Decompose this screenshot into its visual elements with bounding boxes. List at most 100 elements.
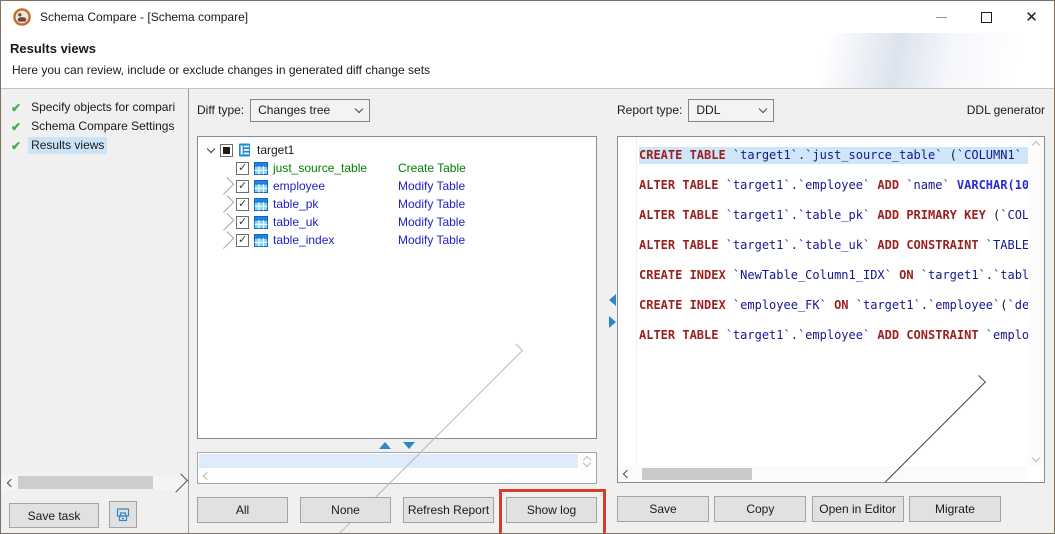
page-subtitle: Here you can review, include or exclude …: [10, 63, 1054, 77]
report-type-select[interactable]: DDL: [688, 99, 774, 122]
root-checkbox[interactable]: [220, 144, 233, 157]
table-icon: [254, 180, 268, 193]
code-line[interactable]: CREATE INDEX `NewTable_Column1_IDX` ON `…: [639, 260, 1028, 290]
code-horizontal-scrollbar[interactable]: [618, 466, 1028, 482]
none-button[interactable]: None: [300, 497, 391, 523]
table-name: employee: [273, 179, 325, 193]
code-line[interactable]: ALTER TABLE `target1`.`table_uk` ADD CON…: [639, 230, 1028, 260]
schema-icon: [238, 143, 252, 157]
row-action-label: Create Table: [398, 161, 466, 175]
step-label: Results views: [28, 137, 107, 154]
scroll-down-arrow-icon[interactable]: [1032, 454, 1040, 462]
code-vertical-scrollbar[interactable]: [1028, 137, 1044, 466]
diff-type-select[interactable]: Changes tree: [250, 99, 370, 122]
code-line[interactable]: ALTER TABLE `target1`.`employee` ADD `na…: [639, 170, 1028, 200]
title-bar[interactable]: Schema Compare - [Schema compare] ✕: [1, 1, 1054, 33]
scroll-right-arrow-icon[interactable]: [172, 475, 187, 490]
table-name: table_index: [273, 233, 334, 247]
scroll-left-arrow-icon[interactable]: [203, 471, 211, 479]
row-checkbox[interactable]: [236, 198, 249, 211]
show-log-button[interactable]: Show log: [506, 497, 597, 523]
scroll-left-arrow-icon[interactable]: [623, 470, 631, 478]
sidebar-step-schema-compare-settings[interactable]: ✔ Schema Compare Settings: [1, 117, 188, 136]
sidebar-step-results-views[interactable]: ✔ Results views: [1, 136, 188, 155]
maximize-button[interactable]: [964, 1, 1009, 33]
save-button[interactable]: Save: [617, 496, 709, 522]
splitter-expand-up-icon[interactable]: [379, 442, 391, 449]
expand-chevron-icon[interactable]: [220, 235, 233, 245]
sidebar-step-specify-objects-for-compari[interactable]: ✔ Specify objects for compari: [1, 98, 188, 117]
save-task-button[interactable]: Save task: [9, 503, 99, 528]
row-checkbox[interactable]: [236, 180, 249, 193]
table-icon: [254, 198, 268, 211]
tree-row-table-uk[interactable]: table_uk Modify Table: [198, 213, 596, 231]
scrollbar-thumb[interactable]: [642, 468, 752, 480]
table-name: table_pk: [273, 197, 318, 211]
ddl-panel: Report type: DDL DDL generator CREATE TA…: [617, 89, 1054, 533]
diff-panel: Diff type: Changes tree: [189, 89, 607, 533]
row-action-label: Modify Table: [398, 215, 465, 229]
expand-chevron-icon[interactable]: [220, 163, 233, 173]
copy-button[interactable]: Copy: [714, 496, 806, 522]
window-title: Schema Compare - [Schema compare]: [40, 10, 248, 24]
schema-compare-window: Schema Compare - [Schema compare] ✕ Resu…: [0, 0, 1055, 534]
app-icon: [13, 8, 31, 26]
all-button[interactable]: All: [197, 497, 288, 523]
table-icon: [254, 216, 268, 229]
row-checkbox[interactable]: [236, 162, 249, 175]
annotation-highlight: Show log: [506, 497, 597, 523]
scroll-left-arrow-icon[interactable]: [2, 475, 17, 490]
row-action-label: Modify Table: [398, 233, 465, 247]
diff-type-label: Diff type:: [197, 103, 244, 117]
splitter-collapse-left-icon[interactable]: [609, 294, 616, 306]
table-icon: [254, 234, 268, 247]
tree-row-employee[interactable]: employee Modify Table: [198, 177, 596, 195]
scrollbar-thumb[interactable]: [18, 476, 153, 489]
tree-row-root[interactable]: target1: [198, 141, 596, 159]
refresh-report-button[interactable]: Refresh Report: [403, 497, 494, 523]
scroll-up-arrow-icon[interactable]: [1032, 141, 1040, 149]
open-in-editor-button[interactable]: Open in Editor: [812, 496, 904, 522]
code-gutter: [618, 137, 637, 466]
code-line[interactable]: ALTER TABLE `target1`.`table_pk` ADD PRI…: [639, 200, 1028, 230]
expand-chevron-icon[interactable]: [220, 199, 233, 209]
row-checkbox[interactable]: [236, 216, 249, 229]
ddl-script-view[interactable]: CREATE TABLE `target1`.`just_source_tabl…: [617, 136, 1045, 483]
expand-chevron-icon[interactable]: [220, 181, 233, 191]
splitter-expand-right-icon[interactable]: [609, 316, 616, 328]
minimize-button[interactable]: [919, 1, 964, 33]
horizontal-splitter[interactable]: [197, 439, 597, 452]
code-line[interactable]: ALTER TABLE `target1`.`employee` ADD CON…: [639, 320, 1028, 350]
sidebar-horizontal-scrollbar[interactable]: [2, 475, 187, 490]
check-icon: ✔: [11, 120, 21, 134]
detail-selected-row[interactable]: [199, 454, 578, 468]
code-line[interactable]: CREATE INDEX `employee_FK` ON `target1`.…: [639, 290, 1028, 320]
migrate-button[interactable]: Migrate: [909, 496, 1001, 522]
chevron-down-icon: [355, 104, 363, 112]
tree-row-just-source-table[interactable]: just_source_table Create Table: [198, 159, 596, 177]
vertical-splitter[interactable]: [607, 89, 617, 533]
ddl-generator-label: DDL generator: [967, 103, 1045, 117]
detail-horizontal-scrollbar[interactable]: [199, 469, 578, 482]
collapse-chevron-icon[interactable]: [204, 149, 217, 152]
expand-chevron-icon[interactable]: [220, 217, 233, 227]
save-task-as-bat-button[interactable]: [109, 501, 137, 528]
table-icon: [254, 162, 268, 175]
changes-tree[interactable]: target1 just_source_table Create Table: [197, 136, 597, 439]
row-action-label: Modify Table: [398, 197, 465, 211]
check-icon: ✔: [11, 101, 21, 115]
check-icon: ✔: [11, 139, 21, 153]
bat-file-icon: [115, 507, 131, 523]
diff-type-value: Changes tree: [258, 103, 330, 117]
tree-row-table-pk[interactable]: table_pk Modify Table: [198, 195, 596, 213]
table-name: just_source_table: [273, 161, 367, 175]
code-line[interactable]: CREATE TABLE `target1`.`just_source_tabl…: [639, 140, 1028, 170]
detail-vertical-scrollbar[interactable]: [579, 454, 595, 469]
step-label: Schema Compare Settings: [28, 118, 177, 135]
diff-detail-panel[interactable]: [197, 452, 597, 484]
tree-row-table-index[interactable]: table_index Modify Table: [198, 231, 596, 249]
close-button[interactable]: ✕: [1009, 1, 1054, 33]
row-checkbox[interactable]: [236, 234, 249, 247]
wizard-header: Results views Here you can review, inclu…: [1, 33, 1054, 89]
step-label: Specify objects for compari: [28, 99, 178, 116]
